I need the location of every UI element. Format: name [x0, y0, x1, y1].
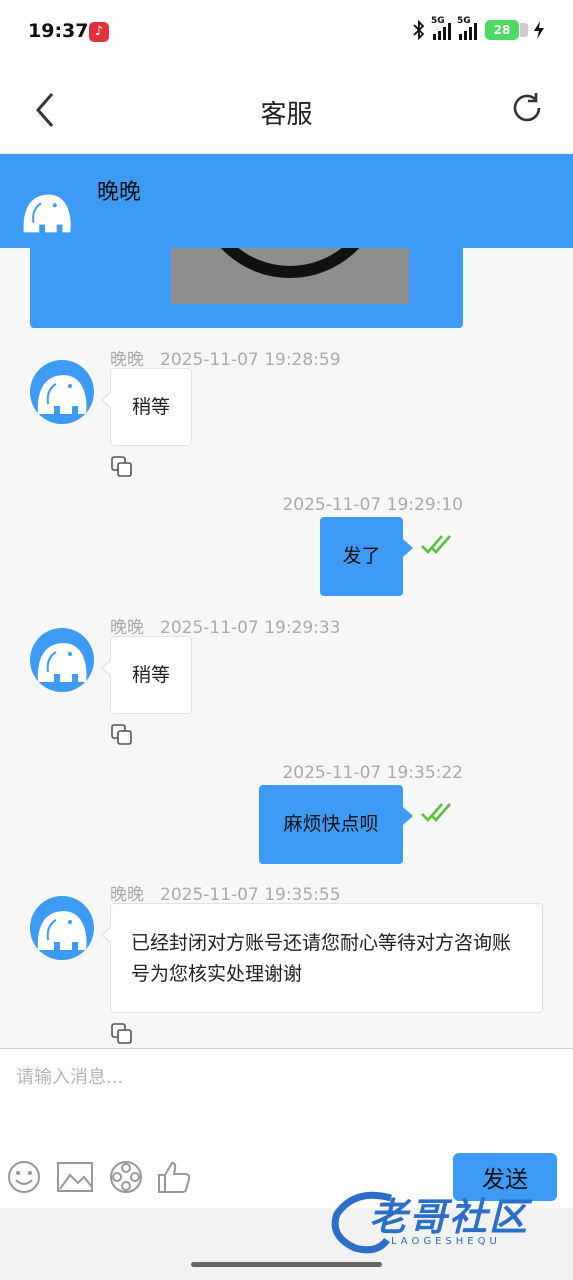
message-input[interactable] — [16, 1063, 556, 1143]
elephant-avatar-icon — [30, 628, 94, 692]
page-title: 客服 — [260, 100, 313, 130]
bluetooth-icon — [413, 20, 425, 40]
image-icon[interactable] — [56, 1159, 94, 1195]
status-icons: 5G 5G 28 — [413, 16, 545, 40]
read-check-icon — [421, 535, 451, 554]
message-time: 2025-11-07 19:35:55 — [160, 885, 341, 905]
read-check-icon — [421, 803, 451, 822]
watermark-logo: 老哥社区 LAOGESHEQU — [325, 1184, 555, 1260]
elephant-avatar-icon — [30, 360, 94, 424]
elephant-avatar-icon — [16, 180, 78, 242]
music-app-icon: ♪ — [89, 22, 109, 42]
agent-header: 晚晚 — [0, 154, 573, 248]
battery-icon: 28 — [485, 20, 528, 40]
sender-name: 晚晚 — [110, 350, 144, 370]
emoji-icon[interactable] — [6, 1159, 42, 1195]
image-message[interactable] — [30, 248, 463, 328]
incoming-message-bubble[interactable]: 稍等 — [101, 368, 192, 446]
watermark-subtext: LAOGESHEQU — [391, 1236, 501, 1247]
sender-name: 晚晚 — [110, 885, 144, 905]
incoming-message-bubble[interactable]: 稍等 — [101, 636, 192, 714]
message-time: 2025-11-07 19:29:10 — [282, 495, 463, 515]
message-time: 2025-11-07 19:35:22 — [282, 763, 463, 783]
incoming-message-bubble[interactable]: 已经封闭对方账号还请您耐心等待对方咨询账号为您核实处理谢谢 — [101, 903, 543, 1013]
status-time: 19:37 — [28, 20, 89, 42]
outgoing-message-bubble[interactable]: 麻烦快点呗 — [259, 785, 413, 864]
video-icon[interactable] — [108, 1159, 144, 1195]
home-indicator[interactable] — [191, 1262, 382, 1267]
watermark-text: 老哥社区 — [369, 1195, 530, 1239]
image-thumbnail[interactable] — [171, 248, 409, 304]
outgoing-message-bubble[interactable]: 发了 — [320, 517, 413, 596]
bottom-bar: 老哥社区 LAOGESHEQU — [0, 1191, 573, 1280]
message-meta: 晚晚 2025-11-07 19:28:59 — [110, 345, 341, 370]
refresh-icon[interactable] — [509, 90, 545, 126]
message-time: 2025-11-07 19:29:33 — [160, 618, 341, 638]
cell-signal-1-icon: 5G — [431, 16, 451, 40]
elephant-avatar-icon — [30, 896, 94, 960]
agent-name: 晚晚 — [97, 180, 142, 205]
nav-bar: 客服 — [0, 66, 573, 154]
status-bar: 19:37 ♪ 5G 5G 28 — [0, 0, 573, 66]
message-meta: 晚晚 2025-11-07 19:29:33 — [110, 613, 341, 638]
message-meta: 晚晚 2025-11-07 19:35:55 — [110, 880, 341, 905]
copy-icon[interactable] — [110, 455, 134, 479]
copy-icon[interactable] — [110, 723, 134, 747]
cell-signal-2-icon: 5G — [457, 16, 477, 40]
charging-icon — [534, 21, 544, 39]
thumbs-up-icon[interactable] — [156, 1159, 192, 1195]
copy-icon[interactable] — [110, 1022, 134, 1046]
sender-name: 晚晚 — [110, 618, 144, 638]
message-time: 2025-11-07 19:28:59 — [160, 350, 341, 370]
chat-area[interactable]: 晚晚 2025-11-07 19:28:59 稍等 2025-11-07 19:2… — [0, 248, 573, 1048]
